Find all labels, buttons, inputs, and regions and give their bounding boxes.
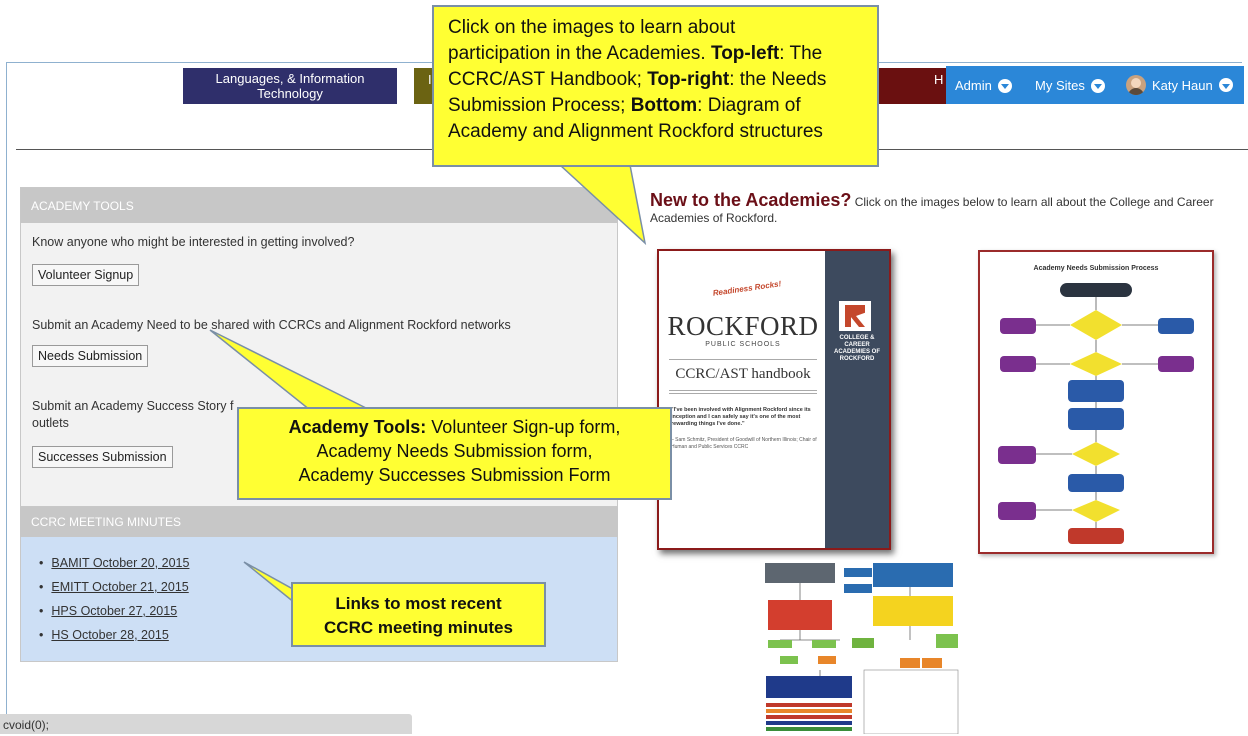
- handbook-title: CCRC/AST handbook: [675, 366, 811, 382]
- minutes-link-hps[interactable]: HPS October 27, 2015: [51, 604, 177, 618]
- nav-tile-label: Languages, & Information Technology: [215, 71, 365, 101]
- callout-line: Links to most recent: [335, 594, 502, 613]
- callout-line: Academy and Alignment Rockford structure…: [448, 121, 823, 142]
- structures-diagram-icon: [765, 563, 959, 734]
- handbook-quote: "I've been involved with Alignment Rockf…: [671, 407, 811, 427]
- callout-line: Academy Successes Submission Form: [298, 465, 611, 485]
- callout-line: Academy Tools: Volunteer Sign-up form,: [288, 417, 621, 437]
- handbook-attribution: – Sam Schmitz, President of Goodwill of …: [671, 437, 817, 450]
- academies-logo-icon: [839, 301, 871, 331]
- needs-process-image[interactable]: Academy Needs Submission Process: [978, 250, 1214, 554]
- handbook-district: ROCKFORD: [667, 311, 819, 341]
- minutes-link-emitt[interactable]: EMITT October 21, 2015: [51, 580, 188, 594]
- suite-bar: Admin My Sites Katy Haun: [946, 66, 1244, 104]
- callout-meeting-minutes: Links to most recent CCRC meeting minute…: [291, 582, 546, 647]
- handbook-side-band: COLLEGE & CAREER ACADEMIES OF ROCKFORD: [825, 251, 889, 548]
- divider: [669, 393, 817, 394]
- list-item: BAMIT October 20, 2015: [39, 551, 189, 575]
- chevron-down-icon: [1218, 78, 1233, 92]
- divider: [669, 359, 817, 360]
- handbook-cover-image[interactable]: Readiness Rocks! ROCKFORD PUBLIC SCHOOLS…: [657, 249, 891, 550]
- needs-flowchart-icon: [998, 283, 1194, 544]
- nav-tile-label: H: [934, 72, 944, 87]
- user-name: Katy Haun: [1152, 77, 1213, 93]
- chevron-down-icon: [1090, 78, 1105, 93]
- academy-tools-header: ACADEMY TOOLS: [21, 188, 617, 223]
- avatar: [1126, 75, 1146, 95]
- intro-heading: New to the Academies?: [650, 190, 852, 210]
- callout-line: Academy Needs Submission form,: [316, 441, 593, 461]
- callout-line: participation in the Academies. Top-left…: [448, 43, 823, 64]
- callout-academy-tools: Academy Tools: Volunteer Sign-up form, A…: [237, 407, 672, 500]
- needs-prompt: Submit an Academy Need to be shared with…: [32, 318, 511, 332]
- list-item: HPS October 27, 2015: [39, 599, 189, 623]
- handbook-band-text: COLLEGE & CAREER ACADEMIES OF ROCKFORD: [833, 335, 880, 362]
- handbook-tagline: Readiness Rocks!: [712, 279, 782, 298]
- admin-label: Admin: [955, 78, 992, 93]
- nav-tile-bamit[interactable]: Languages, & Information Technology: [183, 68, 397, 104]
- page-frame-left: [6, 62, 7, 734]
- callout-line: Submission Process; Bottom: Diagram of: [448, 95, 801, 116]
- minutes-link-bamit[interactable]: BAMIT October 20, 2015: [51, 556, 189, 570]
- volunteer-prompt: Know anyone who might be interested in g…: [32, 235, 355, 249]
- callout-line: CCRC/AST Handbook; Top-right: the Needs: [448, 69, 827, 90]
- callout-images-help: Click on the images to learn about parti…: [432, 5, 879, 167]
- success-prompt: Submit an Academy Success Story f: [32, 399, 234, 413]
- user-menu[interactable]: Katy Haun: [1126, 75, 1233, 95]
- volunteer-signup-button[interactable]: Volunteer Signup: [32, 264, 140, 286]
- minutes-link-hs[interactable]: HS October 28, 2015: [51, 628, 168, 642]
- intro-paragraph: New to the Academies? Click on the image…: [650, 190, 1240, 226]
- success-prompt-end: outlets: [32, 416, 69, 430]
- list-item: HS October 28, 2015: [39, 623, 189, 647]
- meeting-minutes-header: CCRC MEETING MINUTES: [20, 507, 618, 537]
- divider: [669, 390, 817, 391]
- structures-diagram-image[interactable]: [760, 560, 960, 734]
- chevron-down-icon: [997, 78, 1012, 93]
- needs-submission-button[interactable]: Needs Submission: [32, 345, 149, 367]
- admin-menu[interactable]: Admin: [955, 78, 1012, 93]
- my-sites-label: My Sites: [1035, 78, 1085, 93]
- callout-line: Click on the images to learn about: [448, 17, 736, 38]
- handbook-district-sub: PUBLIC SCHOOLS: [705, 341, 781, 348]
- list-item: EMITT October 21, 2015: [39, 575, 189, 599]
- my-sites-menu[interactable]: My Sites: [1035, 78, 1105, 93]
- successes-submission-button[interactable]: Successes Submission: [32, 446, 173, 468]
- status-bar: cvoid(0);: [0, 714, 412, 734]
- callout-line: CCRC meeting minutes: [324, 618, 513, 637]
